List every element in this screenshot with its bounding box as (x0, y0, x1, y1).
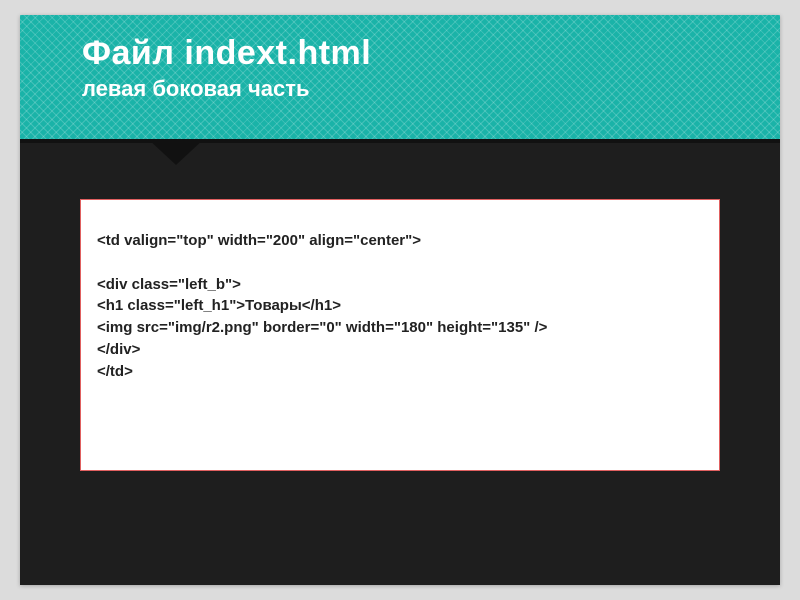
slide-header: Файл indext.html левая боковая часть (20, 15, 780, 143)
slide-frame: Файл indext.html левая боковая часть <td… (20, 15, 780, 585)
slide-subtitle: левая боковая часть (82, 76, 780, 102)
code-content: <td valign="top" width="200" align="cent… (97, 230, 703, 382)
slide-title: Файл indext.html (82, 35, 780, 72)
slide-body: Файл indext.html левая боковая часть <td… (20, 15, 780, 585)
code-box: <td valign="top" width="200" align="cent… (80, 199, 720, 471)
header-notch-icon (148, 139, 204, 165)
